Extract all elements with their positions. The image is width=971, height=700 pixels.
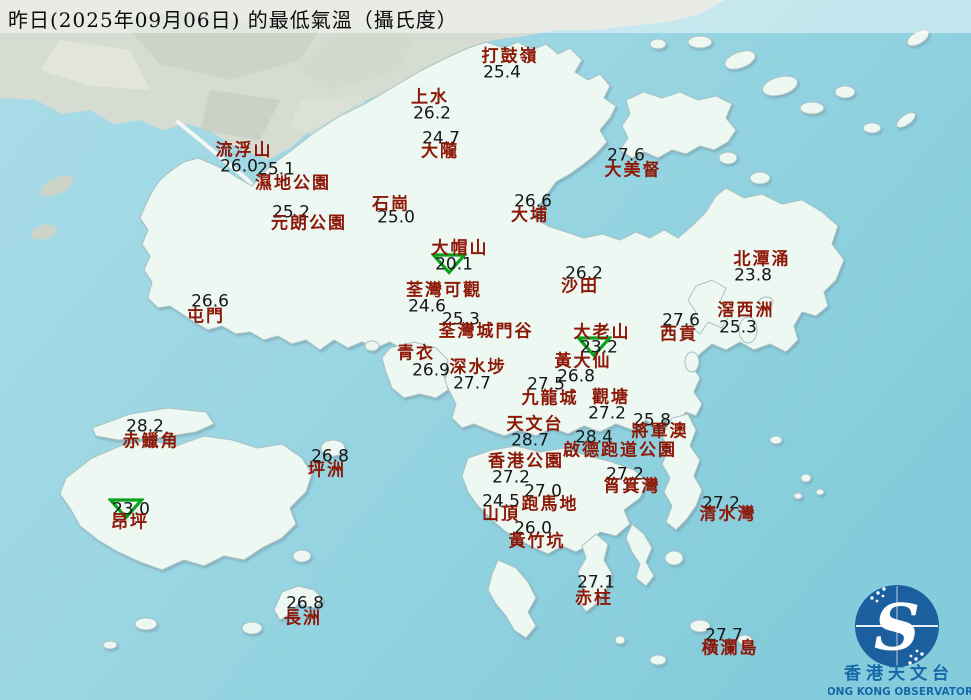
station-name: 青衣 — [397, 343, 435, 364]
station-value: 20.1 — [435, 254, 473, 275]
hko-logo: S 香港天文台 HONG KONG OBSERVATORY — [828, 585, 971, 698]
station-name: 香港公園 — [488, 451, 564, 472]
map-title: 昨日(2025年09月06日) 的最低氣溫（攝氏度） — [8, 8, 458, 32]
station-name: 深水埗 — [449, 357, 507, 378]
station-name: 長洲 — [284, 608, 322, 629]
station-name: 將軍澳 — [631, 421, 689, 442]
station-value: 27.7 — [453, 373, 491, 394]
station-value: 28.7 — [511, 430, 549, 451]
station-name: 啟德跑道公園 — [563, 440, 677, 461]
station-value: 27.2 — [588, 403, 626, 424]
station-name: 大美督 — [604, 160, 662, 181]
station-name: 跑馬地 — [521, 494, 579, 515]
station-name: 大帽山 — [431, 238, 489, 259]
station-value: 25.4 — [483, 62, 521, 83]
station-layer: 25.4 打鼓嶺 26.2 上水 24.7 大隴 27.6 大美督 26.0 流浮山 25.1 濕地公… — [0, 0, 971, 700]
station-name: 昂坪 — [111, 512, 149, 533]
hko-logo-name-zh: 香港天文台 — [844, 663, 954, 684]
station-name: 大老山 — [573, 322, 631, 343]
station-name: 石崗 — [372, 194, 410, 215]
station-name: 大埔 — [511, 205, 549, 226]
station-value: 26.9 — [412, 360, 450, 381]
station-name: 北潭涌 — [733, 249, 791, 270]
station-value: 26.2 — [413, 103, 451, 124]
station-value: 26.0 — [220, 156, 258, 177]
station-name: 黃大仙 — [554, 351, 612, 372]
station-name: 沙田 — [561, 276, 599, 297]
station-name: 觀塘 — [592, 387, 630, 408]
station-name: 赤柱 — [575, 588, 613, 609]
station-value: 23.8 — [734, 265, 772, 286]
station-name: 九龍城 — [521, 388, 579, 409]
station-name: 筲箕灣 — [603, 476, 661, 497]
station-name: 打鼓嶺 — [481, 46, 539, 67]
station-name: 滘西洲 — [717, 300, 775, 321]
hko-logo-s: S — [874, 591, 920, 666]
station-name: 天文台 — [506, 414, 564, 435]
station-name: 流浮山 — [215, 140, 273, 161]
station-value: 25.3 — [719, 317, 757, 338]
station-name: 西貢 — [660, 324, 698, 345]
hko-logo-name-en: HONG KONG OBSERVATORY — [828, 686, 971, 698]
station-name: 赤鱲角 — [122, 431, 180, 452]
station-name: 黃竹坑 — [508, 531, 566, 552]
station-name: 元朗公園 — [271, 213, 347, 234]
station-name: 荃灣可觀 — [406, 280, 482, 301]
station-value: 24.6 — [408, 296, 446, 317]
station-name: 橫瀾島 — [701, 638, 759, 659]
station-name: 上水 — [411, 87, 449, 108]
station-name: 屯門 — [187, 306, 225, 327]
hk-min-temperature-map: 昨日(2025年09月06日) 的最低氣溫（攝氏度） 25.4 打鼓嶺 26.2 上水… — [0, 0, 971, 700]
station-name: 大隴 — [421, 141, 459, 162]
station-name: 荃灣城門谷 — [438, 321, 534, 342]
station-name: 濕地公園 — [255, 173, 331, 194]
station-name: 清水灣 — [699, 504, 757, 525]
station-name: 坪洲 — [308, 460, 346, 481]
